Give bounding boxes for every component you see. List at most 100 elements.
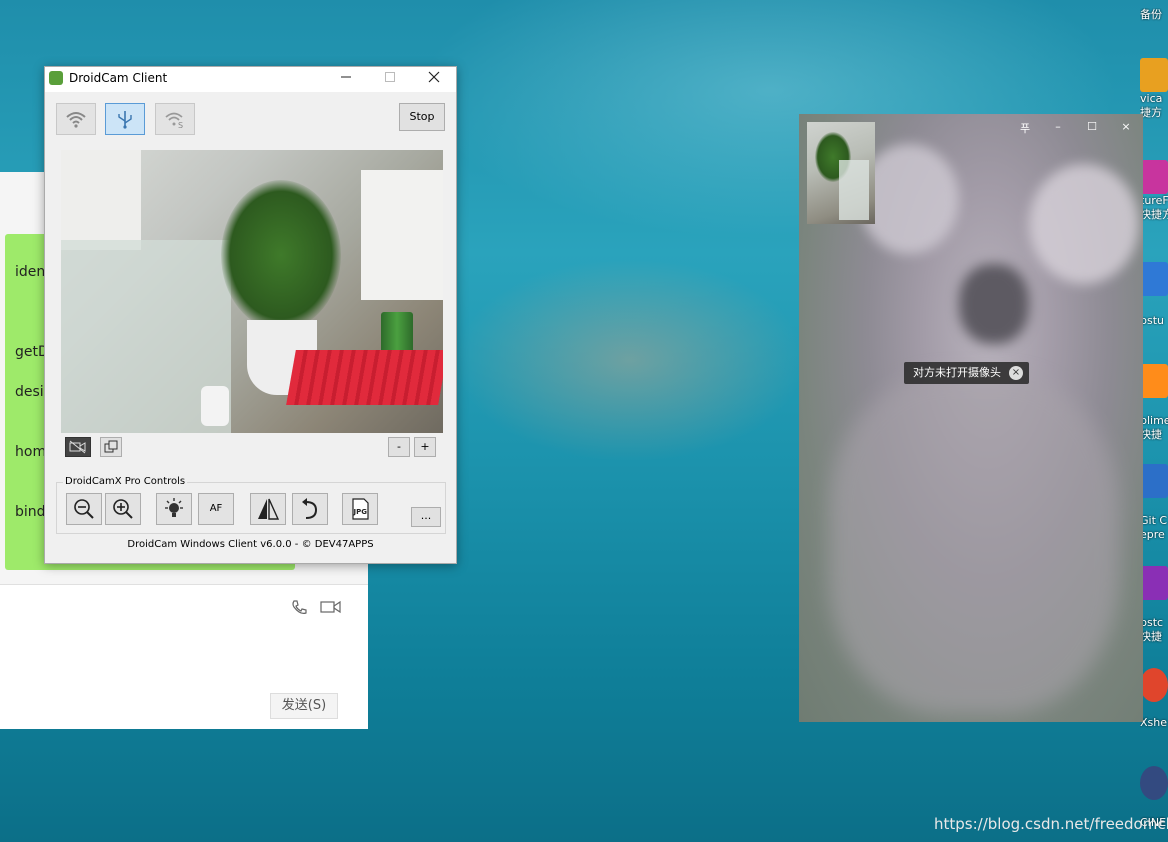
- version-footer: DroidCam Windows Client v6.0.0 - © DEV47…: [127, 539, 374, 550]
- popout-button[interactable]: [100, 437, 122, 457]
- desktop-icon-7[interactable]: Xshe: [1140, 668, 1168, 730]
- vc-maximize-button[interactable]: ☐: [1082, 120, 1102, 133]
- zoom-in-button[interactable]: [105, 493, 141, 525]
- message-line: iden: [15, 264, 46, 280]
- message-line: bind: [15, 504, 46, 520]
- droidcam-window: DroidCam Client S Stop - + DroidCamX Pro…: [44, 66, 457, 564]
- app-icon: [1140, 58, 1168, 92]
- desktop-icon-1[interactable]: vica 捷方: [1140, 58, 1168, 120]
- wifi-server-mode-button[interactable]: S: [155, 103, 195, 135]
- desktop-icon-2[interactable]: tureF 快捷方: [1140, 160, 1168, 222]
- zoom-in-small-button[interactable]: +: [414, 437, 436, 457]
- light-bulb-icon: [165, 498, 183, 517]
- desktop-icon-label: pstu: [1140, 314, 1164, 327]
- preview-red-blocks: [286, 350, 443, 405]
- rotate-button[interactable]: [292, 493, 328, 525]
- desktop-icon-label: Git C: [1140, 514, 1168, 527]
- jpg-file-icon: JPG: [352, 498, 369, 520]
- wifi-icon: [66, 112, 86, 128]
- desktop-icon-label: tureF: [1140, 194, 1168, 207]
- wifi-mode-button[interactable]: [56, 103, 96, 135]
- svg-text:JPG: JPG: [353, 508, 368, 516]
- preview-plant: [221, 180, 341, 330]
- remote-video-koala-nose: [959, 264, 1029, 344]
- desktop-icon-label: 备份: [1140, 8, 1162, 21]
- maximize-icon: [385, 72, 395, 82]
- preview-white-object: [201, 386, 229, 426]
- desktop-icon-label: pstc: [1140, 616, 1164, 629]
- window-title: DroidCam Client: [69, 71, 168, 85]
- app-icon: [1140, 668, 1168, 702]
- app-icon: [1140, 262, 1168, 296]
- minimize-icon: [341, 76, 351, 78]
- autofocus-label: AF: [209, 503, 223, 514]
- save-jpg-button[interactable]: JPG: [342, 493, 378, 525]
- maximize-button[interactable]: [368, 67, 412, 92]
- close-button[interactable]: [412, 67, 456, 92]
- zoom-out-button[interactable]: [66, 493, 102, 525]
- desktop-icon-backup[interactable]: 备份: [1140, 0, 1168, 22]
- close-icon: [428, 71, 440, 83]
- autofocus-button[interactable]: AF: [198, 493, 234, 525]
- preview-monitor-right: [361, 170, 443, 300]
- stop-button[interactable]: Stop: [399, 103, 445, 131]
- desktop-icon-5[interactable]: Git C epre: [1140, 464, 1168, 542]
- pin-button[interactable]: 푸: [1015, 120, 1035, 136]
- remote-video-koala: [829, 374, 1119, 714]
- popout-icon: [104, 440, 118, 453]
- zoom-in-icon: [113, 499, 133, 519]
- camera-off-button[interactable]: [65, 437, 91, 457]
- app-icon: [1140, 364, 1168, 398]
- preview-monitor-left: [61, 150, 141, 250]
- rotate-icon: [302, 498, 318, 519]
- mermaid-tail: [440, 250, 820, 470]
- app-icon: [1140, 160, 1168, 194]
- camera-off-icon: [69, 440, 86, 454]
- desktop-icon-label: Xshe: [1140, 716, 1168, 729]
- app-icon: [1140, 464, 1168, 498]
- desktop-icon-3[interactable]: pstu: [1140, 262, 1168, 328]
- desktop-icon-label: blime: [1140, 414, 1168, 427]
- minimize-button[interactable]: [324, 67, 368, 92]
- app-icon: [1140, 566, 1168, 600]
- chat-input-area[interactable]: 发送(S): [0, 584, 368, 729]
- desktop-icon-sublabel: epre: [1140, 528, 1165, 541]
- video-call-icon[interactable]: [320, 599, 342, 617]
- desktop-icon-sublabel: 快捷方: [1140, 208, 1168, 221]
- camera-off-toast: 对方未打开摄像头 ×: [904, 362, 1029, 384]
- more-button[interactable]: ...: [411, 507, 441, 527]
- app-icon: [1140, 766, 1168, 800]
- mirror-button[interactable]: [250, 493, 286, 525]
- droidcam-title-bar[interactable]: DroidCam Client: [45, 67, 456, 92]
- toast-text: 对方未打开摄像头: [913, 366, 1001, 379]
- message-line: desi: [15, 384, 44, 400]
- vc-close-button[interactable]: ×: [1116, 120, 1136, 133]
- camera-preview: [61, 150, 443, 433]
- wifi-server-icon: S: [165, 112, 183, 129]
- video-call-window: 푸 – ☐ × 对方未打开摄像头 ×: [799, 114, 1143, 722]
- send-button[interactable]: 发送(S): [270, 693, 338, 719]
- usb-mode-button[interactable]: [105, 103, 145, 135]
- droidcam-app-icon: [49, 71, 63, 85]
- desktop-icon-sublabel: 快捷: [1140, 428, 1162, 441]
- desktop-icon-6[interactable]: pstc 快捷: [1140, 566, 1168, 644]
- zoom-out-small-button[interactable]: -: [388, 437, 410, 457]
- watermark-text: https://blog.csdn.net/freedomcld: [934, 815, 1168, 833]
- self-view-thumbnail[interactable]: [807, 122, 875, 224]
- desktop-icon-sublabel: 捷方: [1140, 106, 1162, 119]
- mirror-icon: [258, 498, 280, 520]
- pip-glass: [839, 160, 869, 220]
- flash-button[interactable]: [156, 493, 192, 525]
- remote-video-koala-ear: [1029, 164, 1139, 284]
- desktop-icon-sublabel: 快捷: [1140, 630, 1162, 643]
- toast-close-icon[interactable]: ×: [1009, 366, 1023, 380]
- desktop-icon-label: vica: [1140, 92, 1163, 105]
- zoom-out-icon: [74, 499, 94, 519]
- phone-icon[interactable]: [290, 599, 308, 617]
- message-line: hom: [15, 444, 47, 460]
- usb-icon: [118, 111, 132, 129]
- desktop-icon-4[interactable]: blime 快捷: [1140, 364, 1168, 442]
- pro-controls-label: DroidCamX Pro Controls: [63, 476, 188, 487]
- svg-text:S: S: [178, 121, 183, 129]
- vc-minimize-button[interactable]: –: [1048, 120, 1068, 133]
